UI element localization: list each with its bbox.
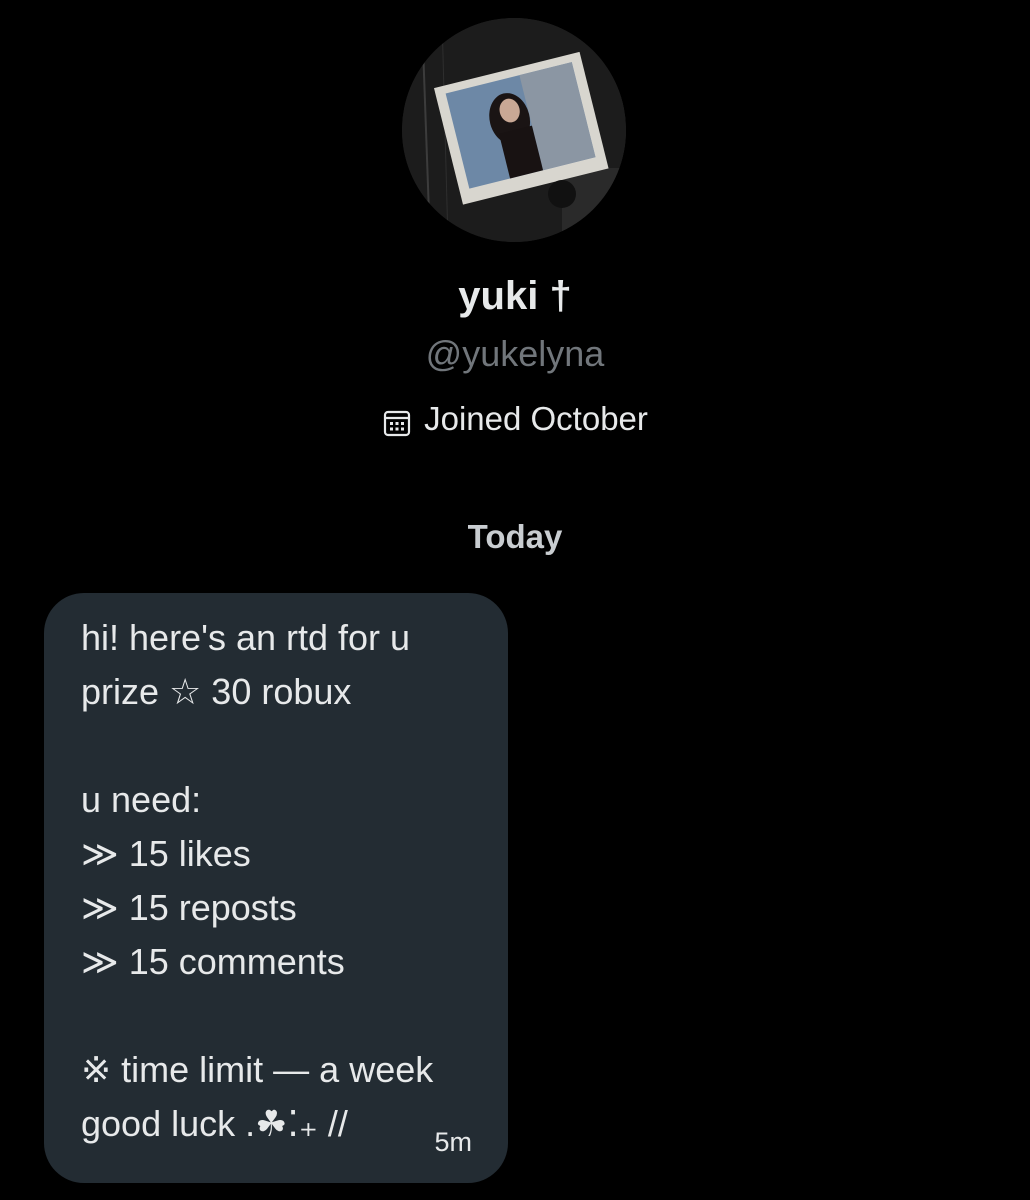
joined-date: Joined October (0, 396, 1030, 442)
message-line: u need: (81, 779, 202, 820)
avatar-image (402, 18, 626, 242)
message-line: hi! here's an rtd for u (81, 617, 411, 658)
profile-avatar[interactable] (402, 18, 626, 242)
message-line: ≫ 15 comments (81, 941, 345, 982)
message-bubble[interactable]: hi! here's an rtd for u prize ☆ 30 robux… (44, 593, 508, 1183)
message-timestamp: 5m (434, 1127, 472, 1157)
message-line: ≫ 15 likes (81, 833, 251, 874)
profile-handle[interactable]: @yukelyna (0, 331, 1030, 377)
joined-text: Joined October (424, 400, 648, 437)
message-line: ≫ 15 reposts (81, 887, 297, 928)
profile-display-name[interactable]: yuki † (0, 270, 1030, 322)
message-line: ※ time limit — a week (81, 1049, 434, 1090)
message-line: good luck .☘⁚₊ // (81, 1103, 348, 1144)
day-separator: Today (467, 518, 563, 555)
calendar-icon (382, 404, 412, 437)
message-line: prize ☆ 30 robux (81, 671, 352, 712)
